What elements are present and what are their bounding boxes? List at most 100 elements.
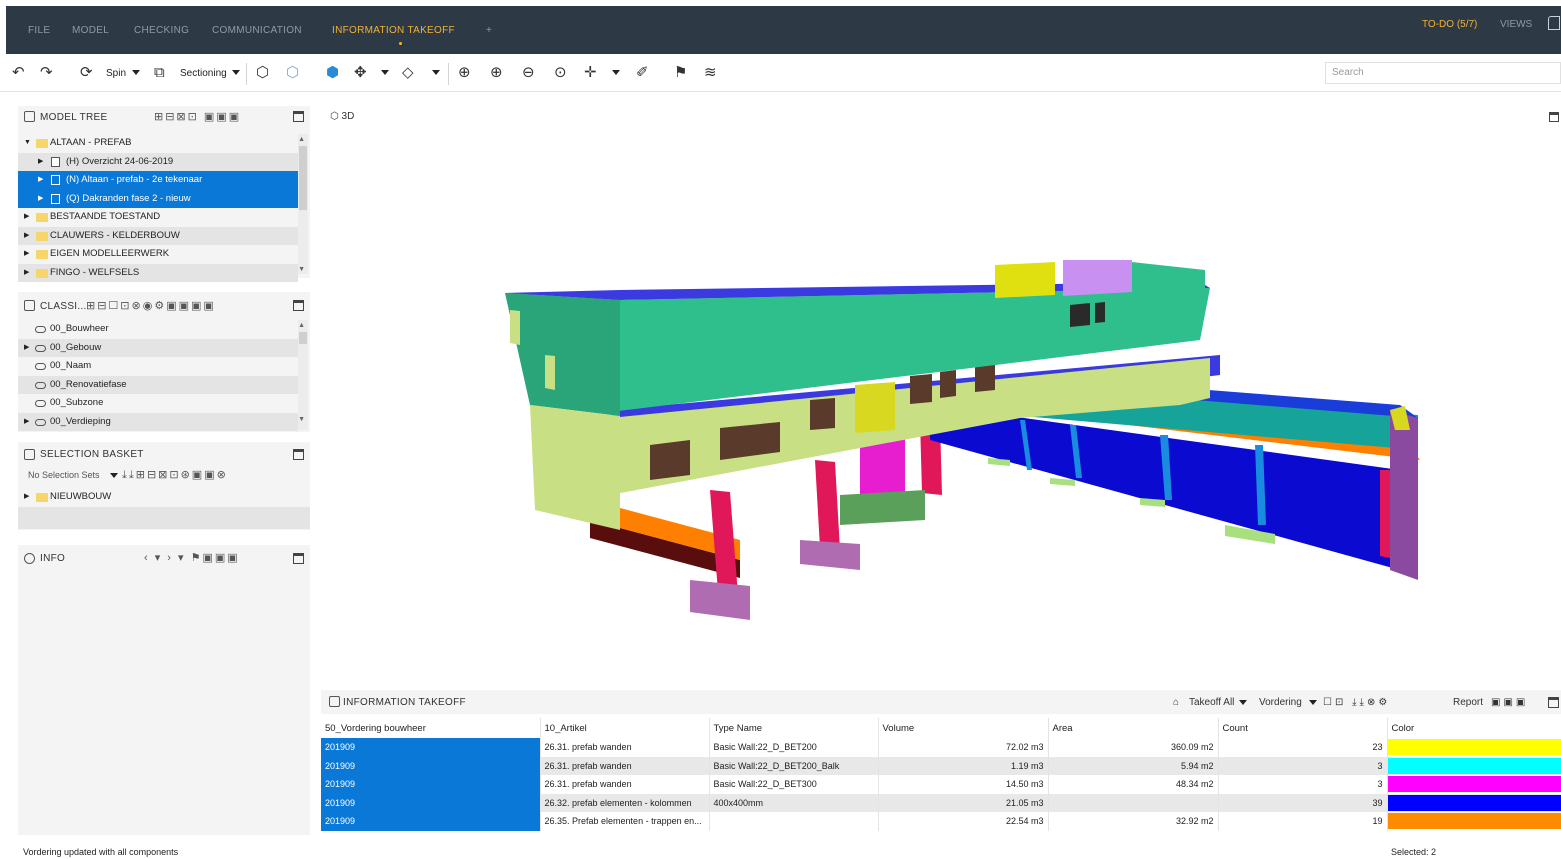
zoom-out-icon[interactable]: ⊖: [522, 64, 535, 82]
classification-item[interactable]: ▶ 00_Gebouw: [18, 338, 298, 358]
scroll-up-icon[interactable]: ▲: [298, 322, 305, 329]
report-button[interactable]: Report: [1453, 697, 1483, 708]
zoom-fit-icon[interactable]: ⊕: [458, 64, 471, 82]
expand-arrow-icon[interactable]: ▶: [24, 413, 29, 432]
column-header[interactable]: Volume: [878, 718, 1049, 738]
scroll-up-icon[interactable]: ▲: [298, 136, 305, 143]
column-header[interactable]: Count: [1218, 718, 1388, 738]
color-cell[interactable]: [1387, 793, 1561, 812]
collapse-panel-icon[interactable]: [293, 553, 304, 564]
expand-arrow-icon[interactable]: ▶: [38, 171, 43, 190]
table-row[interactable]: 201909 26.31. prefab wanden Basic Wall:22_…: [321, 775, 1561, 794]
table-row[interactable]: 201909 26.31. prefab wanden Basic Wall:22_…: [321, 738, 1561, 757]
selection-sets-caret-icon[interactable]: [110, 473, 118, 478]
color-cell[interactable]: [1387, 738, 1561, 757]
spin-icon[interactable]: ⟳: [80, 64, 93, 82]
add-tab-button[interactable]: +: [486, 25, 492, 36]
expand-arrow-icon[interactable]: ▶: [38, 190, 43, 209]
tree-tools-icon[interactable]: ⊞⊟⊠⊡ ▣▣▣: [154, 110, 241, 123]
undo-icon[interactable]: ↶: [12, 64, 25, 82]
map-icon[interactable]: ⚑: [674, 64, 687, 82]
todo-button[interactable]: TO-DO (5/7): [1422, 19, 1477, 30]
takeoff-all-button[interactable]: Takeoff All: [1189, 697, 1234, 708]
measure-icon[interactable]: ✐: [636, 64, 649, 82]
tree-item[interactable]: ▼ ALTAAN - PREFAB: [18, 134, 298, 153]
redo-icon[interactable]: ↷: [40, 64, 53, 82]
scroll-thumb[interactable]: [299, 146, 307, 210]
expand-arrow-icon[interactable]: ▶: [38, 153, 43, 172]
tree-item[interactable]: ▶ FINGO - WELFSELS: [18, 263, 298, 283]
spin-label[interactable]: Spin: [106, 68, 126, 79]
home-icon[interactable]: [1548, 16, 1560, 30]
3d-model-viewport[interactable]: [320, 100, 1561, 685]
expand-arrow-icon[interactable]: ▶: [24, 339, 29, 358]
menu-model[interactable]: MODEL: [72, 25, 109, 36]
expand-arrow-icon[interactable]: ▶: [24, 264, 29, 283]
tree-item[interactable]: ▶ EIGEN MODELLEERWERK: [18, 245, 298, 264]
scroll-down-icon[interactable]: ▼: [298, 416, 305, 423]
info-nav-icon[interactable]: ‹ ▾ › ▾ ⚑▣▣▣: [144, 551, 240, 564]
visibility-icon[interactable]: ⬡: [256, 64, 269, 82]
takeoff-tools-icon[interactable]: ☐⊡ ⤓⤓⊗⚙: [1323, 697, 1390, 708]
vordering-dropdown-icon[interactable]: [1309, 700, 1317, 705]
selection-sets-dropdown[interactable]: No Selection Sets: [28, 470, 100, 480]
collapse-panel-icon[interactable]: [293, 449, 304, 460]
takeoff-all-dropdown-icon[interactable]: [1239, 700, 1247, 705]
vordering-dropdown[interactable]: Vordering: [1259, 697, 1302, 708]
color-cell[interactable]: [1387, 756, 1561, 775]
collapse-arrow-icon[interactable]: ▼: [24, 134, 31, 153]
collapse-panel-icon[interactable]: [293, 111, 304, 122]
sectioning-dropdown-icon[interactable]: [232, 70, 240, 75]
expand-arrow-icon[interactable]: ▶: [24, 227, 29, 246]
expand-arrow-icon[interactable]: ▶: [24, 208, 29, 227]
isolate-icon[interactable]: ⬢: [326, 64, 339, 82]
menu-checking[interactable]: CHECKING: [134, 25, 189, 36]
sectioning-icon[interactable]: ⧉: [154, 64, 165, 82]
menu-information-takeoff[interactable]: INFORMATION TAKEOFF: [332, 25, 455, 36]
classification-item[interactable]: 00_Naam: [18, 357, 298, 376]
pick-dropdown-icon[interactable]: [612, 70, 620, 75]
expand-arrow-icon[interactable]: ▶: [24, 245, 29, 264]
table-row[interactable]: 201909 26.31. prefab wanden Basic Wall:22_…: [321, 756, 1561, 775]
color-cell[interactable]: [1387, 812, 1561, 831]
classification-item[interactable]: ▶ 00_Verdieping: [18, 412, 298, 432]
tree-item[interactable]: ▶ BESTAANDE TOESTAND: [18, 208, 298, 227]
tree-item[interactable]: ▶ (H) Overzicht 24-06-2019: [18, 152, 298, 172]
model-tree-scrollbar[interactable]: [298, 134, 308, 274]
table-row[interactable]: 201909 26.32. prefab elementen - kolommen…: [321, 793, 1561, 812]
pick-icon[interactable]: ✛: [584, 64, 597, 82]
basket-tools-icon[interactable]: ⤓⤓⊞⊟⊠⊡⊛▣▣⊗: [122, 468, 228, 482]
takeoff-view-icons[interactable]: ▣▣▣: [1491, 697, 1528, 708]
tree-item[interactable]: ▶ (N) Altaan - prefab - 2e tekenaar: [18, 171, 298, 190]
classification-item[interactable]: 00_Subzone: [18, 394, 298, 413]
menu-communication[interactable]: COMMUNICATION: [212, 25, 302, 36]
classification-tools-icon[interactable]: ⊞⊟☐⊡⊗◉⚙▣▣▣▣: [86, 299, 216, 312]
takeoff-home-icon[interactable]: ⌂: [1173, 697, 1179, 708]
column-header[interactable]: Color: [1387, 718, 1561, 738]
basket-item[interactable]: ▶ NIEUWBOUW: [18, 488, 310, 507]
zoom-window-icon[interactable]: ⊙: [554, 64, 567, 82]
box-dropdown-icon[interactable]: [432, 70, 440, 75]
sectioning-label[interactable]: Sectioning: [180, 68, 227, 79]
menu-file[interactable]: FILE: [28, 25, 50, 36]
collapse-panel-icon[interactable]: [1548, 697, 1559, 708]
box-icon[interactable]: ◇: [402, 64, 414, 82]
column-header[interactable]: Area: [1048, 718, 1219, 738]
column-header[interactable]: Type Name: [709, 718, 879, 738]
classification-item[interactable]: 00_Renovatiefase: [18, 375, 298, 394]
select-icon[interactable]: ✥: [354, 64, 367, 82]
classification-scrollbar[interactable]: [298, 320, 308, 430]
classification-item[interactable]: 00_Bouwheer: [18, 320, 298, 339]
tree-item[interactable]: ▶ (Q) Dakranden fase 2 - nieuw: [18, 189, 298, 209]
collapse-panel-icon[interactable]: [293, 300, 304, 311]
layers-icon[interactable]: ≋: [704, 64, 717, 82]
column-header[interactable]: 10_Artikel: [540, 718, 710, 738]
views-button[interactable]: VIEWS: [1500, 19, 1532, 30]
scroll-thumb[interactable]: [299, 332, 307, 344]
table-row[interactable]: 201909 26.35. Prefab elementen - trappen …: [321, 812, 1561, 831]
zoom-in-icon[interactable]: ⊕: [490, 64, 503, 82]
color-cell[interactable]: [1387, 775, 1561, 794]
hide-icon[interactable]: ⬡: [286, 64, 299, 82]
select-dropdown-icon[interactable]: [381, 70, 389, 75]
tree-item[interactable]: ▶ CLAUWERS - KELDERBOUW: [18, 226, 298, 246]
